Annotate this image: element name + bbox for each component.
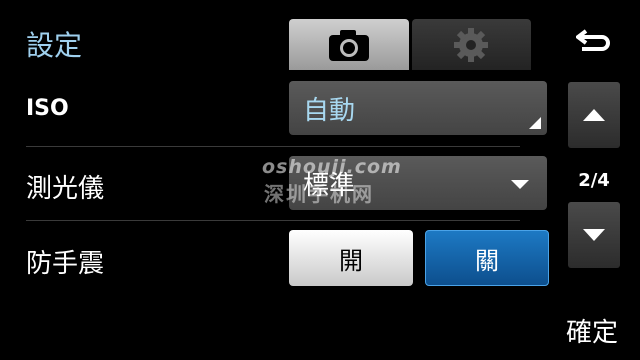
stabilizer-off-button[interactable]: 關	[425, 230, 549, 286]
gear-icon	[454, 27, 489, 62]
arrow-up-icon	[583, 109, 605, 121]
iso-select[interactable]: 自動	[289, 81, 547, 135]
chevron-down-icon	[511, 180, 529, 189]
stabilizer-on-button[interactable]: 開	[289, 230, 413, 286]
iso-value: 自動	[303, 95, 356, 126]
tab-bar	[289, 19, 531, 70]
back-button[interactable]	[574, 24, 614, 56]
watermark-line2: 深圳手机网	[264, 182, 374, 206]
tab-camera[interactable]	[289, 19, 409, 70]
divider	[26, 146, 520, 147]
camera-icon	[328, 29, 369, 61]
stabilizer-label: 防手震	[26, 249, 105, 279]
page-title: 設定	[26, 29, 83, 62]
watermark-line1: oshouji.com	[262, 156, 402, 178]
page-indicator: 2/4	[578, 170, 610, 191]
confirm-button[interactable]: 確定	[566, 312, 618, 349]
tab-settings[interactable]	[411, 19, 531, 70]
metering-label: 測光儀	[26, 174, 105, 204]
divider	[26, 220, 520, 221]
select-corner-icon	[529, 117, 541, 129]
page-up-button[interactable]	[568, 82, 620, 148]
stabilizer-off-label: 關	[475, 246, 499, 275]
iso-label: ISO	[26, 96, 69, 121]
page-down-button[interactable]	[568, 202, 620, 268]
stabilizer-on-label: 開	[339, 246, 363, 275]
arrow-down-icon	[583, 229, 605, 241]
back-arrow-icon	[576, 29, 610, 51]
